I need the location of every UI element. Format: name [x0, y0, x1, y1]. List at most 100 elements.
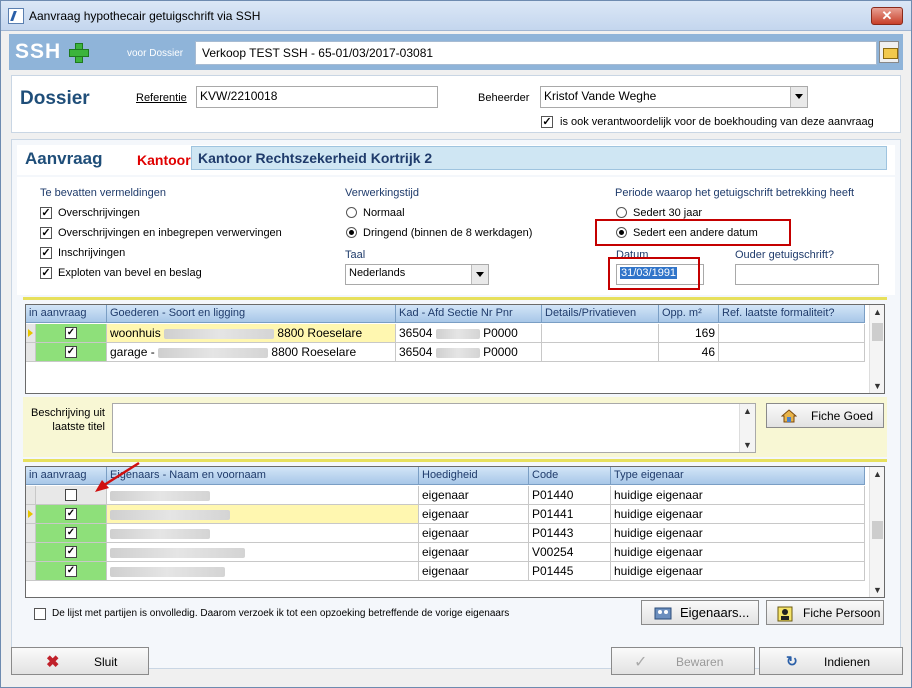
ouder-input[interactable] [735, 264, 879, 285]
vermelding-checkbox-0[interactable]: ✓ [40, 207, 52, 219]
verwerking-radio-dringend[interactable] [346, 227, 357, 238]
scroll-up-icon[interactable]: ▲ [743, 406, 752, 416]
eigenaars-button[interactable]: Eigenaars... [641, 600, 759, 625]
scroll-down-icon[interactable]: ▼ [873, 381, 882, 391]
table-row-checkcell[interactable]: ✓ [36, 324, 107, 343]
row-checkbox[interactable]: ✓ [65, 546, 77, 558]
taal-select[interactable]: Nederlands [345, 264, 489, 285]
goederen-header-details[interactable]: Details/Privatieven [542, 305, 659, 323]
eigenaar-code-cell[interactable]: P01443 [529, 524, 611, 543]
eigenaar-hoedigheid-cell[interactable]: eigenaar [419, 524, 529, 543]
sluit-button[interactable]: ✖ Sluit [11, 647, 149, 675]
eigenaar-hoedigheid-cell[interactable]: eigenaar [419, 505, 529, 524]
goederen-header-soort[interactable]: Goederen - Soort en ligging [107, 305, 396, 323]
eigenaar-code-cell[interactable]: P01441 [529, 505, 611, 524]
row-checkbox[interactable]: ✓ [65, 508, 77, 520]
scroll-thumb[interactable] [872, 323, 883, 341]
eigenaar-hoedigheid-cell[interactable]: eigenaar [419, 486, 529, 505]
folder-open-icon[interactable] [879, 41, 899, 63]
goed-soort-cell[interactable]: woonhuis 8800 Roeselare [107, 324, 396, 343]
eigenaar-naam-cell[interactable] [107, 486, 419, 505]
vermelding-checkbox-1[interactable]: ✓ [40, 227, 52, 239]
eigenaars-header-type[interactable]: Type eigenaar [611, 467, 865, 485]
row-indicator[interactable] [26, 486, 36, 505]
eigenaar-code-cell[interactable]: P01445 [529, 562, 611, 581]
scroll-thumb[interactable] [872, 521, 883, 539]
row-checkbox[interactable]: ✓ [65, 327, 77, 339]
goed-kad-cell[interactable]: 36504 P0000 [396, 324, 542, 343]
goederen-header-inaanvraag[interactable]: in aanvraag [26, 305, 107, 323]
goed-details-cell[interactable] [542, 324, 659, 343]
chevron-down-icon[interactable] [790, 87, 807, 107]
row-indicator[interactable] [26, 324, 36, 343]
beheerder-select[interactable]: Kristof Vande Weghe [540, 86, 808, 108]
kantoor-field[interactable]: Kantoor Rechtszekerheid Kortrijk 2 [191, 146, 887, 170]
eigenaar-type-cell[interactable]: huidige eigenaar [611, 486, 865, 505]
row-indicator[interactable] [26, 562, 36, 581]
bewaren-button[interactable]: ✓ Bewaren [611, 647, 755, 675]
table-row-checkcell[interactable]: ✓ [36, 562, 107, 581]
row-indicator[interactable] [26, 343, 36, 362]
scroll-down-icon[interactable]: ▼ [743, 440, 752, 450]
goederen-header-kad[interactable]: Kad - Afd Sectie Nr Pnr [396, 305, 542, 323]
goed-ref-cell[interactable] [719, 343, 865, 362]
row-checkbox[interactable]: ✓ [65, 565, 77, 577]
scroll-up-icon[interactable]: ▲ [873, 469, 882, 479]
fiche-goed-button[interactable]: Fiche Goed [766, 403, 884, 428]
row-indicator[interactable] [26, 524, 36, 543]
goed-kad-cell[interactable]: 36504 P0000 [396, 343, 542, 362]
goed-ref-cell[interactable] [719, 324, 865, 343]
beschrijving-scrollbar[interactable]: ▲ ▼ [739, 404, 755, 452]
eigenaar-hoedigheid-cell[interactable]: eigenaar [419, 562, 529, 581]
boekhouding-checkbox[interactable]: ✓ [541, 116, 553, 128]
indienen-button[interactable]: ↻ Indienen [759, 647, 903, 675]
goed-opp-cell[interactable]: 169 [659, 324, 719, 343]
goed-opp-cell[interactable]: 46 [659, 343, 719, 362]
row-indicator[interactable] [26, 505, 36, 524]
eigenaar-type-cell[interactable]: huidige eigenaar [611, 524, 865, 543]
vermelding-checkbox-2[interactable]: ✓ [40, 247, 52, 259]
vermelding-checkbox-3[interactable]: ✓ [40, 267, 52, 279]
goederen-header-ref[interactable]: Ref. laatste formaliteit? [719, 305, 865, 323]
eigenaar-code-cell[interactable]: V00254 [529, 543, 611, 562]
eigenaar-code-cell[interactable]: P01440 [529, 486, 611, 505]
row-checkbox[interactable] [65, 489, 77, 501]
row-checkbox[interactable]: ✓ [65, 346, 77, 358]
eigenaars-header-hoedigheid[interactable]: Hoedigheid [419, 467, 529, 485]
redacted-text [164, 328, 275, 339]
title-bar[interactable]: Aanvraag hypothecair getuigschrift via S… [1, 1, 911, 31]
scroll-up-icon[interactable]: ▲ [873, 307, 882, 317]
eigenaar-type-cell[interactable]: huidige eigenaar [611, 505, 865, 524]
chevron-down-icon[interactable] [471, 265, 488, 284]
goed-soort-cell[interactable]: garage - 8800 Roeselare [107, 343, 396, 362]
beschrijving-textarea[interactable] [112, 403, 756, 453]
boekhouding-label: is ook verantwoordelijk voor de boekhoud… [560, 116, 874, 128]
eigenaars-header-naam[interactable]: Eigenaars - Naam en voornaam [107, 467, 419, 485]
eigenaar-type-cell[interactable]: huidige eigenaar [611, 543, 865, 562]
row-indicator[interactable] [26, 543, 36, 562]
table-row-checkcell[interactable]: ✓ [36, 524, 107, 543]
goed-details-cell[interactable] [542, 343, 659, 362]
eigenaar-hoedigheid-cell[interactable]: eigenaar [419, 543, 529, 562]
close-button[interactable]: ✕ [871, 7, 903, 25]
goederen-scrollbar[interactable]: ▲ ▼ [869, 305, 884, 393]
eigenaar-naam-cell[interactable] [107, 562, 419, 581]
dossier-field[interactable]: Verkoop TEST SSH - 65-01/03/2017-03081 [195, 41, 877, 65]
eigenaar-naam-cell[interactable] [107, 543, 419, 562]
onvolledig-checkbox[interactable] [34, 608, 46, 620]
eigenaar-type-cell[interactable]: huidige eigenaar [611, 562, 865, 581]
periode-radio-30jaar[interactable] [616, 207, 627, 218]
row-checkbox[interactable]: ✓ [65, 527, 77, 539]
table-row-checkcell[interactable]: ✓ [36, 343, 107, 362]
eigenaars-scrollbar[interactable]: ▲ ▼ [869, 467, 884, 597]
scroll-down-icon[interactable]: ▼ [873, 585, 882, 595]
fiche-persoon-button[interactable]: Fiche Persoon [766, 600, 884, 625]
eigenaars-header-code[interactable]: Code [529, 467, 611, 485]
goederen-header-opp[interactable]: Opp. m² [659, 305, 719, 323]
referentie-input[interactable]: KVW/2210018 [196, 86, 438, 108]
table-row-checkcell[interactable]: ✓ [36, 543, 107, 562]
verwerking-radio-normaal[interactable] [346, 207, 357, 218]
eigenaar-naam-cell[interactable] [107, 524, 419, 543]
eigenaar-naam-cell[interactable] [107, 505, 419, 524]
table-row-checkcell[interactable]: ✓ [36, 505, 107, 524]
